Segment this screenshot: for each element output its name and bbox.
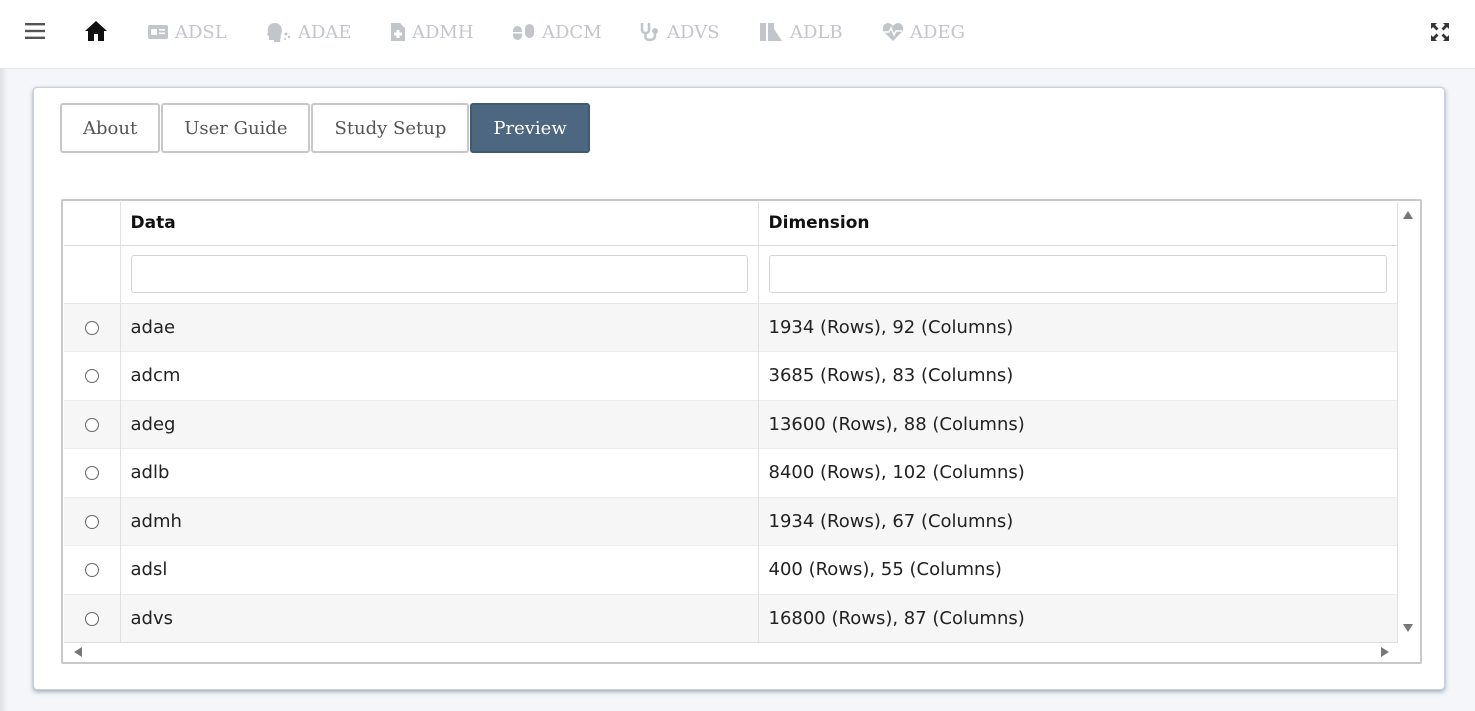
nav-item-adsl[interactable]: ADSL bbox=[147, 0, 227, 64]
nav-label: ADVS bbox=[667, 21, 720, 43]
tab-study-setup[interactable]: Study Setup bbox=[311, 103, 470, 153]
data-cell: admh bbox=[120, 496, 759, 546]
main-card: About User Guide Study Setup Preview Dat… bbox=[33, 87, 1445, 690]
select-cell bbox=[64, 399, 121, 449]
scroll-up-arrow-icon[interactable] bbox=[1403, 211, 1413, 219]
nav-item-advs[interactable]: ADVS bbox=[639, 0, 719, 64]
dimension-cell: 13600 (Rows), 88 (Columns) bbox=[758, 399, 1398, 449]
table-row[interactable]: adsl 400 (Rows), 55 (Columns) bbox=[64, 545, 1398, 594]
file-medical-icon bbox=[391, 23, 405, 41]
row-radio-button[interactable] bbox=[84, 369, 99, 384]
select-cell bbox=[64, 448, 121, 497]
nav-item-adlb[interactable]: ADLB bbox=[758, 0, 843, 64]
dimension-cell: 8400 (Rows), 102 (Columns) bbox=[758, 448, 1398, 497]
scroll-left-arrow-icon[interactable] bbox=[74, 647, 82, 657]
vertical-scrollbar[interactable] bbox=[1398, 202, 1418, 642]
pills-icon bbox=[513, 24, 534, 40]
select-cell bbox=[64, 302, 121, 352]
data-cell: adeg bbox=[120, 399, 759, 449]
id-card-icon bbox=[148, 25, 168, 39]
row-radio-button[interactable] bbox=[84, 514, 99, 529]
dimension-cell: 400 (Rows), 55 (Columns) bbox=[758, 545, 1398, 594]
nav-label: ADAE bbox=[298, 21, 352, 43]
nav-item-admh[interactable]: ADMH bbox=[390, 0, 474, 64]
scroll-right-arrow-icon[interactable] bbox=[1381, 647, 1389, 657]
nav-label: ADCM bbox=[542, 21, 602, 43]
data-cell: adlb bbox=[120, 448, 759, 497]
tab-about[interactable]: About bbox=[60, 103, 161, 153]
select-cell bbox=[64, 351, 121, 400]
heart-pulse-icon bbox=[882, 23, 904, 41]
select-cell bbox=[64, 593, 121, 643]
data-cell: adsl bbox=[120, 545, 759, 594]
row-radio-button[interactable] bbox=[84, 320, 99, 335]
nav-label: ADEG bbox=[910, 21, 965, 43]
nav-label: ADLB bbox=[790, 21, 843, 43]
top-navbar: ADSL ADAE ADMH ADCM ADVS ADLB ADEG bbox=[0, 0, 1475, 69]
stethoscope-icon bbox=[640, 23, 658, 42]
horizontal-scrollbar[interactable] bbox=[64, 642, 1397, 661]
filter-cell-data bbox=[120, 245, 759, 304]
data-filter-input[interactable] bbox=[130, 255, 748, 293]
tab-preview[interactable]: Preview bbox=[470, 103, 590, 153]
row-radio-button[interactable] bbox=[84, 417, 99, 432]
hamburger-menu-icon[interactable] bbox=[24, 20, 46, 42]
tab-bar: About User Guide Study Setup Preview bbox=[60, 103, 591, 153]
table-row[interactable]: advs 16800 (Rows), 87 (Columns) bbox=[64, 593, 1398, 643]
head-virus-icon bbox=[267, 23, 291, 42]
select-cell bbox=[64, 496, 121, 546]
nav-item-adae[interactable]: ADAE bbox=[266, 0, 352, 64]
tab-user-guide[interactable]: User Guide bbox=[161, 103, 311, 153]
select-cell bbox=[64, 545, 121, 594]
row-radio-button[interactable] bbox=[84, 563, 99, 578]
dimension-filter-input[interactable] bbox=[768, 255, 1387, 293]
row-radio-button[interactable] bbox=[84, 612, 99, 626]
data-table: Data Dimension adae 1934 (Rows), 92 (Col… bbox=[64, 202, 1398, 643]
column-header-data[interactable]: Data bbox=[120, 202, 759, 246]
fullscreen-expand-icon[interactable] bbox=[1430, 22, 1450, 42]
table-row[interactable]: adcm 3685 (Rows), 83 (Columns) bbox=[64, 351, 1398, 400]
nav-label: ADMH bbox=[412, 21, 474, 43]
dimension-cell: 3685 (Rows), 83 (Columns) bbox=[758, 351, 1398, 400]
row-radio-button[interactable] bbox=[84, 466, 99, 481]
column-header-select bbox=[64, 202, 121, 246]
nav-item-adcm[interactable]: ADCM bbox=[512, 0, 602, 64]
dimension-cell: 1934 (Rows), 92 (Columns) bbox=[758, 302, 1398, 352]
filter-cell-empty bbox=[64, 245, 121, 304]
flask-icon bbox=[760, 23, 782, 41]
column-header-dimension[interactable]: Dimension bbox=[758, 202, 1398, 246]
nav-label: ADSL bbox=[175, 21, 227, 43]
dimension-cell: 1934 (Rows), 67 (Columns) bbox=[758, 496, 1398, 546]
table-row[interactable]: adlb 8400 (Rows), 102 (Columns) bbox=[64, 448, 1398, 497]
scroll-down-arrow-icon[interactable] bbox=[1403, 624, 1413, 632]
filter-cell-dimension bbox=[758, 245, 1398, 304]
data-cell: advs bbox=[120, 593, 759, 643]
home-icon[interactable] bbox=[84, 19, 108, 43]
dimension-cell: 16800 (Rows), 87 (Columns) bbox=[758, 593, 1398, 643]
table-row[interactable]: admh 1934 (Rows), 67 (Columns) bbox=[64, 496, 1398, 546]
table-row[interactable]: adae 1934 (Rows), 92 (Columns) bbox=[64, 302, 1398, 352]
data-table-container: Data Dimension adae 1934 (Rows), 92 (Col… bbox=[61, 199, 1422, 664]
data-cell: adae bbox=[120, 302, 759, 352]
table-row[interactable]: adeg 13600 (Rows), 88 (Columns) bbox=[64, 399, 1398, 449]
left-edge-shade bbox=[0, 0, 8, 711]
data-cell: adcm bbox=[120, 351, 759, 400]
nav-item-adeg[interactable]: ADEG bbox=[882, 0, 965, 64]
